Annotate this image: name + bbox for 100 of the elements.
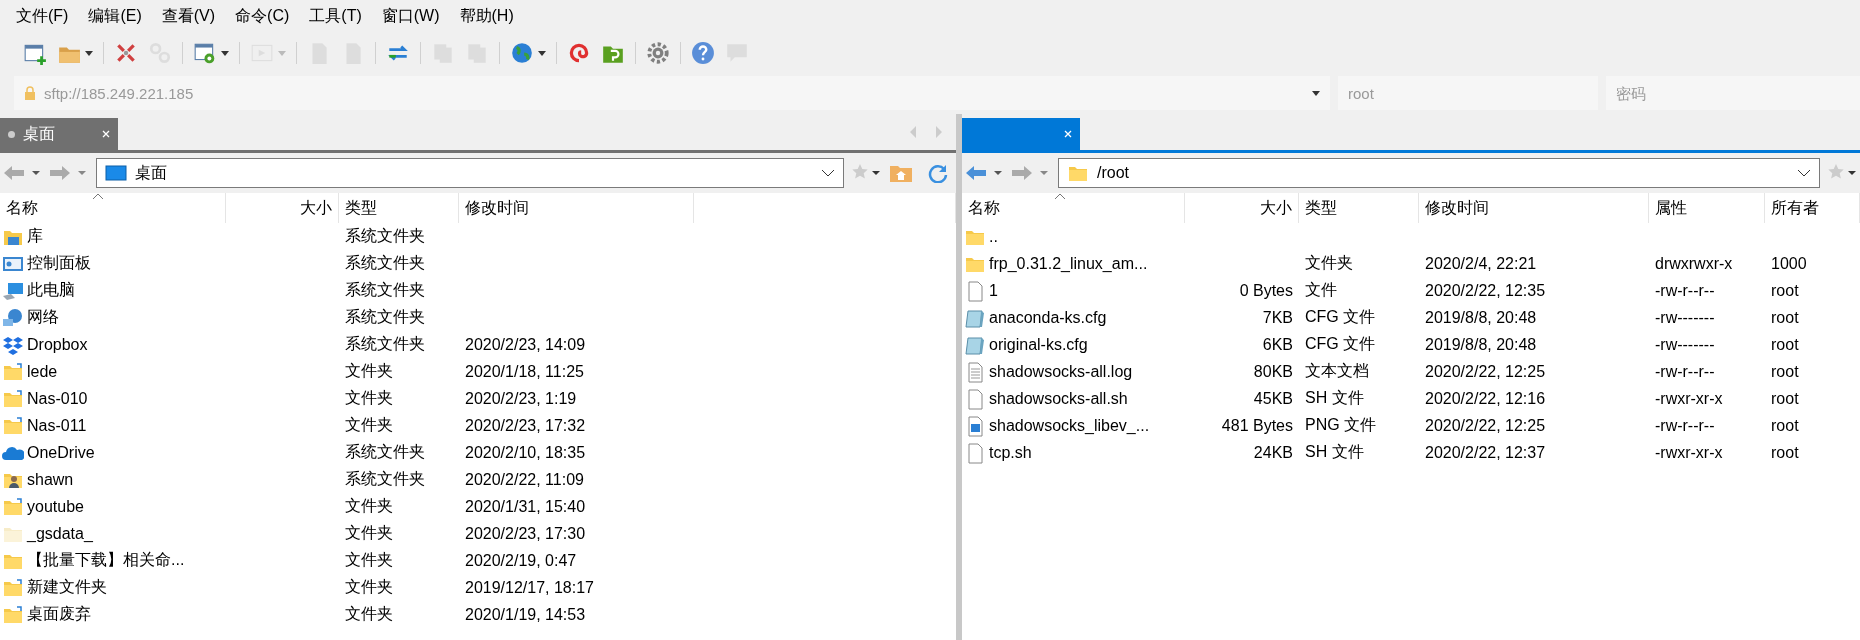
chevron-icon[interactable] — [821, 169, 835, 177]
password-field[interactable]: 密码 — [1606, 76, 1860, 110]
file-name[interactable]: youtube — [27, 497, 84, 516]
back-arrow-icon[interactable] — [4, 164, 42, 182]
close-icon[interactable] — [1064, 130, 1072, 138]
menu-item[interactable]: 帮助(H) — [459, 3, 514, 29]
menu-item[interactable]: 文件(F) — [16, 3, 69, 29]
file-name[interactable]: 库 — [27, 226, 43, 247]
modified-date: 2020/2/10, 18:35 — [465, 443, 586, 462]
file-name[interactable]: Nas-010 — [27, 389, 88, 408]
modified-date: 2020/2/19, 0:47 — [465, 551, 577, 570]
menu-item[interactable]: 编辑(E) — [88, 3, 142, 29]
column-header[interactable]: 所有者 — [1771, 197, 1819, 219]
file-name[interactable]: anaconda-ks.cfg — [989, 308, 1107, 327]
file-type: 文件夹 — [345, 388, 393, 408]
column-header[interactable]: 名称 — [6, 197, 38, 219]
file-type: 文件夹 — [1305, 253, 1353, 273]
file-name[interactable]: 控制面板 — [27, 253, 91, 274]
permissions: -rw-r--r-- — [1655, 416, 1715, 435]
modified-date: 2020/2/23, 14:09 — [465, 335, 586, 354]
owner: root — [1771, 416, 1799, 435]
file-name[interactable]: _gsdata_ — [27, 524, 93, 543]
folder-icon — [2, 576, 24, 599]
file-name[interactable]: 此电脑 — [27, 280, 75, 301]
file-name[interactable]: shadowsocks-all.sh — [989, 389, 1128, 408]
path-field[interactable]: /root — [1058, 158, 1820, 188]
file-name[interactable]: lede — [27, 362, 58, 381]
menu-item[interactable]: 工具(T) — [309, 3, 362, 29]
file-name[interactable]: 新建文件夹 — [27, 577, 107, 598]
caret-icon — [221, 50, 229, 56]
owner: root — [1771, 335, 1799, 354]
file-size: 0 Bytes — [1239, 281, 1293, 300]
file-name[interactable]: original-ks.cfg — [989, 335, 1088, 354]
sort-indicator-icon — [1054, 193, 1066, 200]
file-type: CFG 文件 — [1305, 334, 1376, 354]
back-arrow-icon[interactable] — [966, 164, 1004, 182]
permissions: -rw-r--r-- — [1655, 362, 1715, 381]
broken-link-icon — [114, 41, 138, 65]
column-header[interactable]: 类型 — [345, 197, 377, 219]
column-header[interactable]: 修改时间 — [465, 197, 529, 219]
column-header[interactable]: 修改时间 — [1425, 197, 1489, 219]
file-name[interactable]: 【批量下载】相关命... — [27, 550, 185, 571]
file-size: 7KB — [1262, 308, 1293, 327]
tab-label: 桌面 — [23, 123, 55, 144]
column-header[interactable]: 大小 — [300, 197, 332, 219]
file-name[interactable]: Nas-011 — [27, 416, 87, 435]
globe-icon — [510, 41, 534, 65]
permissions: drwxrwxr-x — [1655, 254, 1733, 273]
modified-date: 2020/1/18, 11:25 — [465, 362, 584, 381]
file-size: 80KB — [1253, 362, 1293, 381]
file-name[interactable]: 网络 — [27, 307, 59, 328]
owner: root — [1771, 443, 1799, 462]
modified-date: 2020/1/31, 15:40 — [465, 497, 586, 516]
file-name[interactable]: tcp.sh — [989, 443, 1032, 462]
folder-icon — [2, 360, 24, 383]
permissions: -rw-r--r-- — [1655, 281, 1715, 300]
file-type: 文本文档 — [1305, 361, 1369, 381]
file-type: 文件夹 — [345, 550, 393, 570]
column-header[interactable]: 大小 — [1260, 197, 1292, 219]
file-name[interactable]: shawn — [27, 470, 74, 489]
caret-icon — [85, 50, 93, 56]
file-type: 系统文件夹 — [345, 253, 425, 273]
file-name[interactable]: shadowsocks-all.log — [989, 362, 1133, 381]
chevron-icon[interactable] — [1797, 169, 1811, 177]
path-field[interactable]: 桌面 — [96, 158, 844, 188]
file-name[interactable]: 1 — [989, 281, 998, 300]
column-header[interactable]: 名称 — [968, 197, 1000, 219]
modified-date: 2020/2/22, 12:35 — [1425, 281, 1546, 300]
caret-icon[interactable] — [1312, 90, 1320, 96]
modified-date: 2019/12/17, 18:17 — [465, 578, 594, 597]
dot-icon — [8, 130, 15, 138]
menu-item[interactable]: 窗口(W) — [381, 3, 440, 29]
file-size: 45KB — [1253, 389, 1293, 408]
file-name[interactable]: OneDrive — [27, 443, 95, 462]
file-name[interactable]: frp_0.31.2_linux_am... — [989, 254, 1148, 273]
settings-icon — [646, 41, 670, 65]
menu-item[interactable]: 查看(V) — [161, 3, 216, 29]
window-gear-icon — [193, 41, 217, 65]
permissions: -rw------- — [1655, 308, 1715, 327]
forward-arrow-icon[interactable] — [1012, 164, 1050, 182]
tab[interactable]: 桌面 — [0, 118, 118, 150]
column-header[interactable]: 类型 — [1305, 197, 1337, 219]
file-type: PNG 文件 — [1305, 415, 1377, 435]
modified-date: 2020/2/23, 1:19 — [465, 389, 577, 408]
folder-icon — [2, 495, 24, 518]
modified-date: 2020/2/22, 12:37 — [1425, 443, 1546, 462]
file-type: 文件 — [1305, 280, 1337, 300]
file-name[interactable]: 桌面废弃 — [27, 604, 91, 625]
file-type: 文件夹 — [345, 577, 393, 597]
file-name[interactable]: .. — [989, 227, 998, 246]
modified-date: 2020/2/23, 17:32 — [465, 416, 586, 435]
owner: 1000 — [1771, 254, 1807, 273]
close-icon[interactable] — [102, 130, 110, 138]
file-name[interactable]: shadowsocks_libev_... — [989, 416, 1150, 435]
forward-arrow-icon[interactable] — [50, 164, 88, 182]
file-name[interactable]: Dropbox — [27, 335, 88, 354]
column-header[interactable]: 属性 — [1655, 197, 1687, 219]
modified-date: 2020/2/4, 22:21 — [1425, 254, 1537, 273]
menu-item[interactable]: 命令(C) — [235, 3, 290, 29]
permissions: -rwxr-xr-x — [1655, 389, 1723, 408]
